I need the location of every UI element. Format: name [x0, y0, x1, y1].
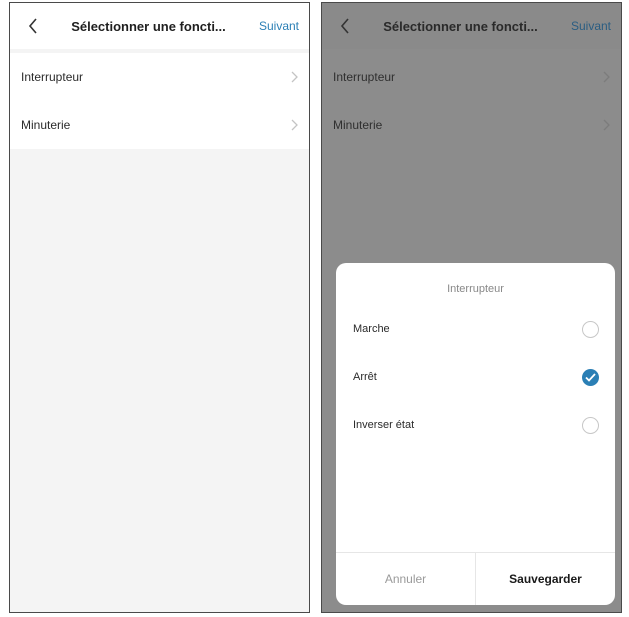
function-select-screen-with-sheet: Sélectionner une foncti... Suivant Inter…: [321, 2, 622, 613]
chevron-right-icon: [603, 119, 610, 131]
option-label: Marche: [353, 323, 390, 335]
chevron-right-icon: [291, 119, 298, 131]
option-label: Arrêt: [353, 371, 377, 383]
list-item-minuterie[interactable]: Minuterie: [322, 101, 621, 149]
action-bottom-sheet: Interrupteur Marche Arrêt Inverser état …: [336, 263, 615, 605]
function-list: Interrupteur Minuterie: [10, 53, 309, 149]
list-item-label: Minuterie: [333, 118, 383, 132]
cancel-button[interactable]: Annuler: [336, 553, 476, 605]
sheet-footer: Annuler Sauvegarder: [336, 552, 615, 605]
radio-unchecked-icon[interactable]: [582, 416, 599, 434]
header-bar: Sélectionner une foncti... Suivant: [10, 3, 309, 49]
page-title: Sélectionner une foncti...: [383, 18, 538, 34]
header-bar: Sélectionner une foncti... Suivant: [322, 3, 621, 49]
list-item-interrupteur[interactable]: Interrupteur: [322, 53, 621, 101]
next-button[interactable]: Suivant: [259, 19, 299, 33]
function-select-screen: Sélectionner une foncti... Suivant Inter…: [9, 2, 310, 613]
list-item-label: Minuterie: [21, 118, 71, 132]
chevron-left-icon[interactable]: [336, 16, 356, 36]
list-item-label: Interrupteur: [333, 70, 396, 84]
sheet-title: Interrupteur: [447, 283, 504, 295]
list-item-interrupteur[interactable]: Interrupteur: [10, 53, 309, 101]
chevron-right-icon: [603, 71, 610, 83]
option-arret[interactable]: Arrêt: [336, 353, 615, 401]
page-title: Sélectionner une foncti...: [71, 18, 226, 34]
function-list: Interrupteur Minuterie: [322, 53, 621, 149]
list-item-label: Interrupteur: [21, 70, 84, 84]
next-button[interactable]: Suivant: [571, 19, 611, 33]
chevron-left-icon[interactable]: [24, 16, 44, 36]
option-marche[interactable]: Marche: [336, 305, 615, 353]
radio-checked-icon[interactable]: [582, 368, 599, 386]
option-label: Inverser état: [353, 419, 415, 431]
chevron-right-icon: [291, 71, 298, 83]
radio-unchecked-icon[interactable]: [582, 320, 599, 338]
list-item-minuterie[interactable]: Minuterie: [10, 101, 309, 149]
option-inverser-etat[interactable]: Inverser état: [336, 401, 615, 449]
save-button[interactable]: Sauvegarder: [476, 553, 615, 605]
